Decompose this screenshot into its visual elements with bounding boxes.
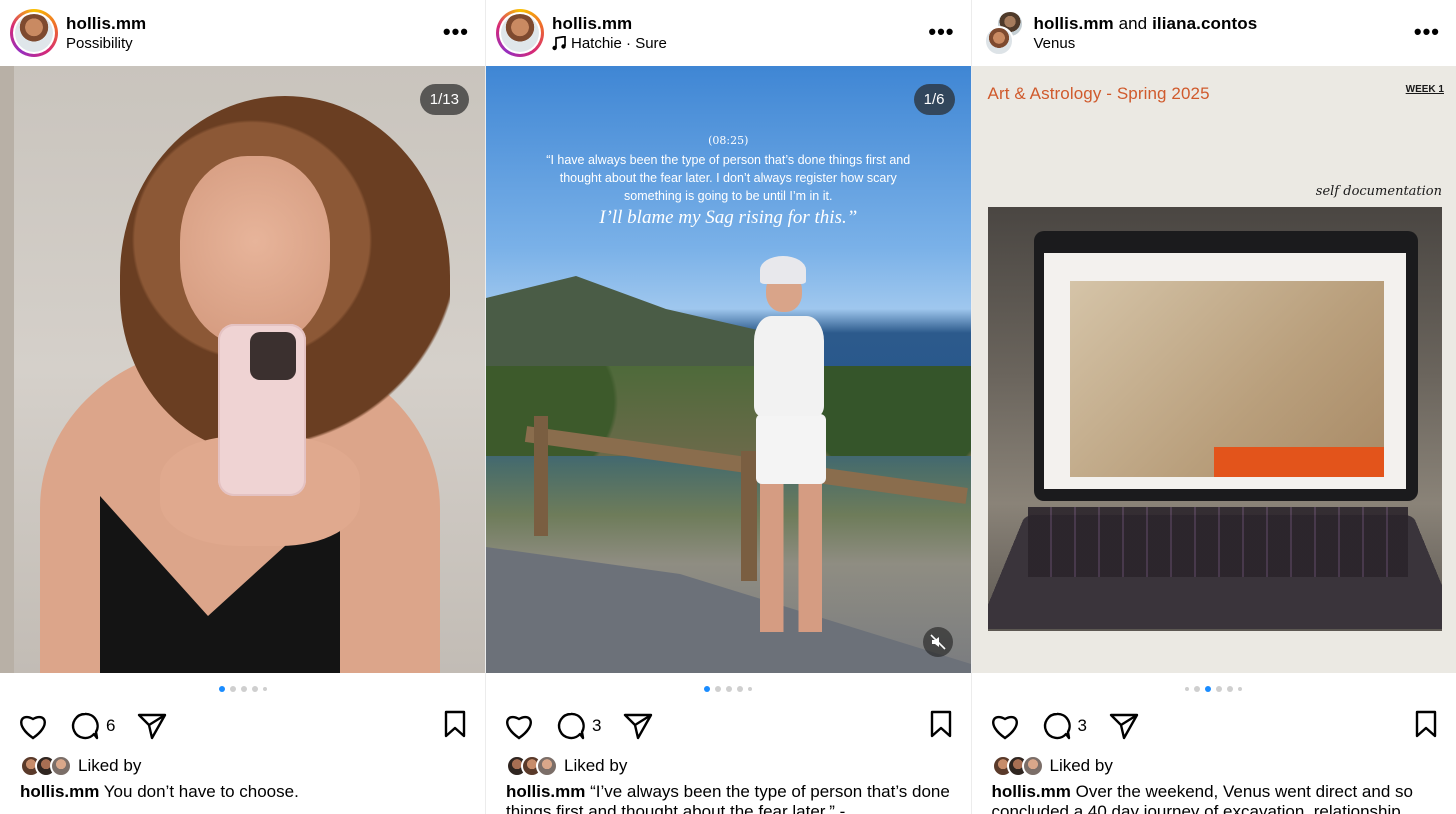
carousel-counter: 1/13 (419, 84, 469, 115)
script-label: self documentation (1315, 184, 1442, 199)
heart-icon (506, 715, 532, 740)
share-button[interactable] (623, 712, 653, 740)
collab-username[interactable]: iliana.contos (1152, 14, 1257, 33)
heart-icon (20, 715, 46, 740)
post-meta: hollis.mm Hatchie · Sure (552, 13, 667, 53)
post-media[interactable]: Art & Astrology - Spring 2025 WEEK 1 sel… (971, 66, 1456, 673)
music-note-icon (552, 36, 566, 51)
liked-by[interactable]: Liked by (20, 754, 141, 778)
liked-by-label: Liked by (564, 756, 628, 775)
caption: hollis.mm “I’ve always been the type of … (506, 782, 957, 814)
action-bar: 6 (18, 708, 467, 744)
send-icon (1109, 713, 1139, 740)
bookmark-icon (444, 710, 466, 737)
quote-body: “I have always been the type of person t… (546, 153, 911, 203)
caption-username[interactable]: hollis.mm (992, 782, 1071, 801)
liked-by[interactable]: Liked by (991, 754, 1113, 778)
liked-by-label: Liked by (1049, 756, 1113, 775)
and-text: and (1118, 14, 1148, 33)
art-title: Art & Astrology - Spring 2025 (987, 84, 1210, 103)
quote-italic: I’ll blame my Sag rising for this.” (599, 207, 858, 228)
action-bar: 3 (990, 708, 1439, 744)
comment-button[interactable]: 3 (556, 711, 601, 741)
subtitle-text: Venus (1033, 35, 1076, 52)
like-button[interactable] (990, 712, 1020, 740)
caption: hollis.mm You don’t have to choose. (20, 782, 471, 802)
post-2: hollis.mm Hatchie · Sure ••• (08:25) “I … (485, 0, 971, 814)
post-media[interactable]: (08:25) “I have always been the type of … (486, 66, 971, 673)
comment-count: 6 (106, 716, 116, 735)
more-options-icon[interactable]: ••• (1414, 21, 1440, 43)
comment-count: 3 (592, 716, 602, 735)
laptop-photo (987, 207, 1442, 631)
audio-track-label: Hatchie · Sure (571, 35, 667, 52)
mute-button[interactable] (922, 627, 953, 657)
comment-icon (557, 712, 585, 740)
comment-button[interactable]: 3 (1042, 711, 1087, 741)
carousel-counter: 1/6 (913, 84, 955, 115)
action-bar: 3 (504, 708, 953, 744)
share-button[interactable] (137, 712, 167, 740)
liker-avatars (506, 755, 558, 777)
save-button[interactable] (1414, 710, 1438, 743)
quote-timestamp: (08:25) (708, 134, 749, 147)
post-meta: hollis.mm and iliana.contos Venus (1034, 13, 1258, 53)
liker-avatars (20, 755, 72, 777)
comment-icon (1043, 712, 1071, 740)
week-label: WEEK 1 (1405, 84, 1444, 95)
username[interactable]: hollis.mm (552, 13, 667, 34)
caption-text: You don’t have to choose. (103, 782, 299, 801)
post-subtitle[interactable]: Possibility (66, 34, 146, 53)
speaker-muted-icon (929, 634, 946, 650)
post-subtitle[interactable]: Venus (1034, 34, 1258, 53)
carousel-dots (972, 686, 1456, 692)
comment-count: 3 (1077, 716, 1087, 735)
overlay-quote: (08:25) “I have always been the type of … (546, 134, 911, 229)
caption-username[interactable]: hollis.mm (20, 782, 99, 801)
story-avatar[interactable] (10, 9, 58, 57)
bookmark-icon (930, 710, 951, 737)
liker-avatars (991, 755, 1044, 777)
more-options-icon[interactable]: ••• (928, 21, 954, 43)
story-avatar[interactable] (496, 9, 544, 57)
save-button[interactable] (443, 710, 467, 743)
collab-usernames[interactable]: hollis.mm and iliana.contos (1034, 13, 1258, 34)
like-button[interactable] (18, 712, 48, 740)
more-options-icon[interactable]: ••• (443, 21, 469, 43)
post-header: hollis.mm and iliana.contos Venus ••• (972, 0, 1456, 66)
subtitle-text: Possibility (66, 35, 133, 52)
comment-button[interactable]: 6 (70, 711, 115, 741)
caption-username[interactable]: hollis.mm (506, 782, 585, 801)
like-button[interactable] (504, 712, 534, 740)
post-header: hollis.mm Possibility ••• (0, 0, 485, 66)
liked-by[interactable]: Liked by (506, 754, 627, 778)
comment-icon (71, 712, 99, 740)
send-icon (624, 713, 653, 740)
post-media[interactable]: 1/13 (0, 66, 485, 673)
carousel-dots (0, 686, 485, 692)
caption: hollis.mm Over the weekend, Venus went d… (992, 782, 1443, 814)
post-meta: hollis.mm Possibility (66, 13, 146, 53)
username[interactable]: hollis.mm (66, 13, 146, 34)
carousel-dots (486, 686, 971, 692)
audio-track[interactable]: Hatchie · Sure (552, 34, 667, 53)
username[interactable]: hollis.mm (1034, 14, 1114, 33)
post-3: hollis.mm and iliana.contos Venus ••• Ar… (970, 0, 1456, 814)
liked-by-label: Liked by (78, 756, 142, 775)
post-header: hollis.mm Hatchie · Sure ••• (486, 0, 971, 66)
send-icon (138, 713, 167, 740)
save-button[interactable] (929, 710, 953, 743)
share-button[interactable] (1109, 712, 1139, 740)
bookmark-icon (1415, 710, 1437, 737)
heart-icon (991, 715, 1018, 740)
post-1: hollis.mm Possibility ••• 1/13 6 Liked b… (0, 0, 485, 814)
collab-avatars[interactable] (982, 10, 1026, 56)
